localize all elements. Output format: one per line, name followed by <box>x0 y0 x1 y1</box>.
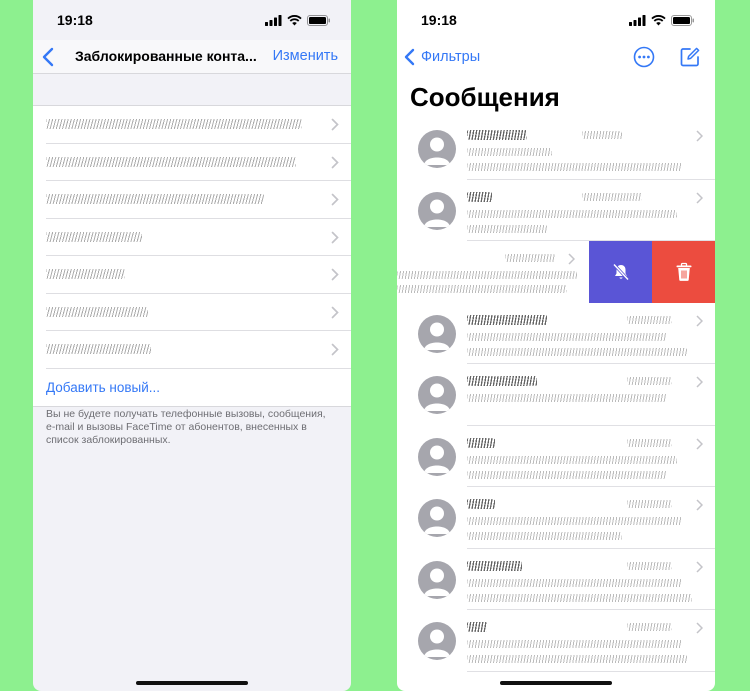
chevron-right-icon <box>696 560 703 573</box>
blocked-footer-note: Вы не будете получать телефонные вызовы,… <box>46 408 326 446</box>
person-placeholder-icon <box>424 506 450 534</box>
bell-slash-icon <box>612 263 629 281</box>
status-icons <box>265 14 331 26</box>
blocked-contact-row[interactable] <box>46 294 351 331</box>
contact-avatar <box>418 499 456 537</box>
conversation-row[interactable] <box>397 364 715 426</box>
status-time: 19:18 <box>421 12 457 28</box>
back-chevron-icon <box>404 48 415 66</box>
person-placeholder-icon <box>424 199 450 227</box>
status-icons <box>629 14 695 26</box>
blocked-contact-row[interactable] <box>46 256 351 294</box>
conversation-row[interactable] <box>397 303 715 364</box>
conversation-row[interactable] <box>397 549 715 610</box>
chevron-right-icon <box>696 622 703 634</box>
navigation-bar: Фильтры <box>397 40 715 74</box>
blocked-contacts-screen: 19:18 Заблокированные конта... Изменить <box>33 0 351 691</box>
conversation-row[interactable] <box>397 118 715 180</box>
contact-name-obscured <box>46 231 143 242</box>
blocked-contact-row[interactable] <box>46 106 351 144</box>
filters-label: Фильтры <box>421 49 481 65</box>
chevron-right-icon <box>696 191 703 204</box>
conversation-row[interactable] <box>397 180 715 241</box>
person-placeholder-icon <box>424 383 450 411</box>
cellular-signal-icon <box>629 14 646 26</box>
contact-avatar <box>418 376 456 414</box>
blocked-contact-row[interactable] <box>46 144 351 181</box>
chevron-right-icon <box>331 268 339 281</box>
more-ellipsis-icon[interactable] <box>633 46 655 68</box>
conversation-preview <box>397 241 589 303</box>
chevron-right-icon <box>568 253 575 265</box>
conversation-row[interactable] <box>397 487 715 549</box>
trash-icon <box>676 262 691 281</box>
chevron-right-icon <box>331 231 339 243</box>
home-indicator[interactable] <box>136 681 248 685</box>
mute-alerts-button[interactable] <box>589 241 652 303</box>
conversation-row[interactable] <box>397 610 715 672</box>
chevron-right-icon <box>331 118 339 131</box>
chevron-right-icon <box>696 376 703 388</box>
wifi-icon <box>651 14 666 25</box>
navigation-bar: Заблокированные конта... Изменить <box>33 40 351 74</box>
chevron-right-icon <box>331 343 339 356</box>
person-placeholder-icon <box>424 629 450 657</box>
home-indicator[interactable] <box>500 681 612 685</box>
battery-icon <box>307 14 330 26</box>
wifi-icon <box>287 14 302 25</box>
contact-name-obscured <box>46 306 148 317</box>
page-title: Заблокированные конта... <box>75 48 257 64</box>
person-placeholder-icon <box>424 322 450 350</box>
contact-name-obscured <box>46 156 297 167</box>
chevron-right-icon <box>696 130 703 142</box>
delete-conversation-button[interactable] <box>652 241 715 303</box>
contact-name-obscured <box>46 269 125 280</box>
blocked-contact-row[interactable] <box>46 181 351 219</box>
chevron-right-icon <box>696 499 703 511</box>
battery-icon <box>671 14 694 26</box>
status-bar: 19:18 <box>397 0 715 40</box>
person-placeholder-icon <box>424 445 450 473</box>
contact-avatar <box>418 437 456 476</box>
blocked-contact-row[interactable] <box>46 331 351 369</box>
contact-avatar <box>418 560 456 599</box>
chevron-right-icon <box>696 437 703 450</box>
chevron-right-icon <box>331 306 339 318</box>
cellular-signal-icon <box>265 14 282 26</box>
contact-avatar <box>418 622 456 660</box>
blocked-contacts-list: Добавить новый... <box>33 105 351 407</box>
contact-name-obscured <box>46 344 151 355</box>
messages-title: Сообщения <box>410 82 560 112</box>
chevron-right-icon <box>696 314 703 327</box>
chevron-right-icon <box>331 193 339 206</box>
person-placeholder-icon <box>424 568 450 596</box>
conversation-row[interactable] <box>397 426 715 487</box>
chevron-right-icon <box>331 156 339 168</box>
contact-avatar <box>418 314 456 353</box>
contact-name-obscured <box>46 119 303 130</box>
status-bar: 19:18 <box>33 0 351 40</box>
contact-avatar <box>418 130 456 168</box>
conversation-row-swiped[interactable] <box>397 241 715 303</box>
conversation-list <box>397 118 715 672</box>
person-placeholder-icon <box>424 137 450 165</box>
edit-button[interactable]: Изменить <box>273 48 338 64</box>
contact-name-obscured <box>46 194 265 205</box>
messages-screen: 19:18 Фильтры Сообщения <box>397 0 715 691</box>
add-new-link[interactable]: Добавить новый... <box>46 380 160 395</box>
compose-icon[interactable] <box>679 46 701 68</box>
blocked-contact-row[interactable] <box>46 219 351 256</box>
status-time: 19:18 <box>57 12 93 28</box>
add-new-row[interactable]: Добавить новый... <box>46 369 351 407</box>
contact-avatar <box>418 191 456 230</box>
back-chevron-icon[interactable] <box>39 46 59 68</box>
filters-back-button[interactable]: Фильтры <box>403 47 480 67</box>
